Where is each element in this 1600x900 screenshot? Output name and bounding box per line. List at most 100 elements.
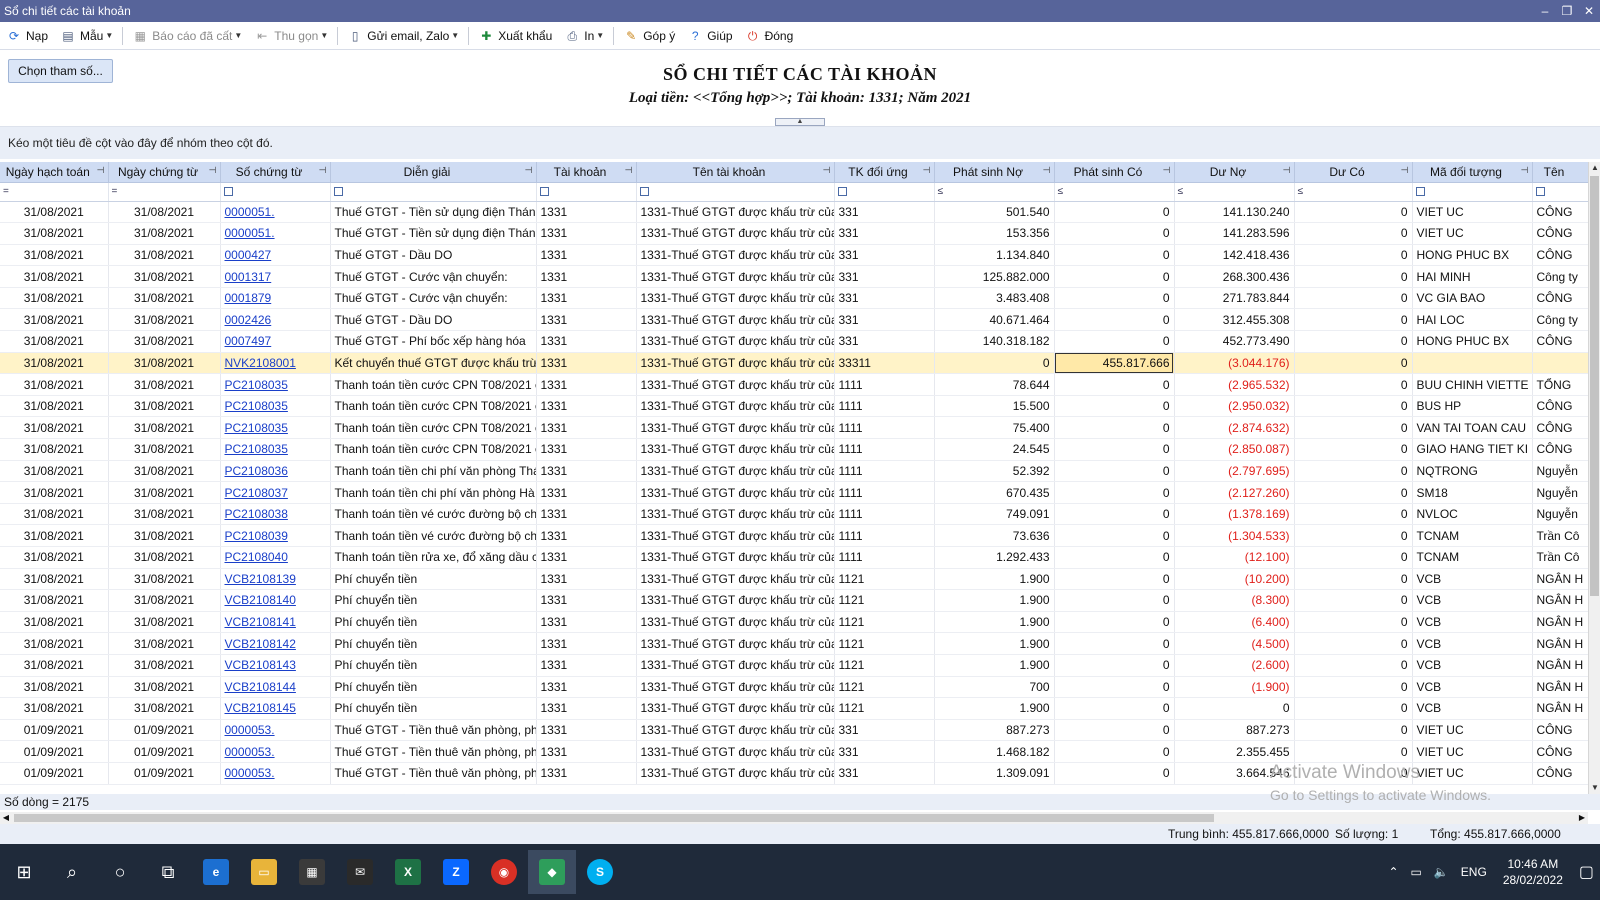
filter-checkbox-icon[interactable]	[837, 186, 847, 196]
volume-icon[interactable]: 🔈	[1428, 865, 1455, 879]
pin-icon[interactable]: ⊣	[923, 165, 931, 176]
column-header[interactable]: Dư Có ⊣	[1294, 162, 1413, 183]
table-row[interactable]: 01/09/2021 01/09/2021 0000053. Thuế GTGT - …	[0, 719, 1589, 742]
close-icon[interactable]: ✕	[1578, 4, 1600, 18]
misa-icon[interactable]: ◆	[528, 850, 576, 894]
voucher-link[interactable]: 0000053.	[220, 719, 331, 742]
table-row[interactable]: 31/08/2021 31/08/2021 VCB2108143 Phí chuyển…	[0, 654, 1589, 677]
table-row[interactable]: 31/08/2021 31/08/2021 0007497 Thuế GTGT - P…	[0, 330, 1589, 353]
mail-icon[interactable]: ✉	[336, 850, 384, 894]
table-row[interactable]: 31/08/2021 31/08/2021 PC2108040 Thanh toán …	[0, 546, 1589, 569]
voucher-link[interactable]: 0000051.	[220, 201, 331, 224]
voucher-link[interactable]: PC2108035	[220, 373, 331, 396]
chevron-up-icon[interactable]: ⌃	[1382, 865, 1404, 879]
toolbar-button-2[interactable]: ▦ Báo cáo đã cất ▼	[126, 24, 248, 48]
column-header[interactable]: Tên tài khoản ⊣	[636, 162, 835, 183]
voucher-link[interactable]: VCB2108144	[220, 676, 331, 699]
filter-cell[interactable]: ≤	[1174, 182, 1295, 202]
column-header[interactable]: Ngày hạch toán ⊣	[0, 162, 109, 183]
pin-icon[interactable]: ⊣	[319, 165, 327, 176]
table-row[interactable]: 31/08/2021 31/08/2021 PC2108035 Thanh toán …	[0, 416, 1589, 440]
excel-icon[interactable]: X	[384, 850, 432, 894]
filter-cell[interactable]: ≤	[934, 182, 1055, 202]
toolbar-button-5[interactable]: ✚ Xuất khẩu	[472, 24, 558, 48]
table-row[interactable]: 31/08/2021 31/08/2021 VCB2108144 Phí chuyển…	[0, 676, 1589, 699]
filter-checkbox-icon[interactable]	[1535, 186, 1545, 196]
voucher-link[interactable]: PC2108035	[220, 438, 331, 461]
voucher-link[interactable]: 0002426	[220, 308, 331, 332]
voucher-link[interactable]: 0007497	[220, 330, 331, 353]
cortana-icon[interactable]: ○	[96, 850, 144, 894]
explorer-icon[interactable]: ▭	[240, 850, 288, 894]
toolbar-button-9[interactable]: ⏻ Đóng	[739, 24, 800, 48]
pin-icon[interactable]: ⊣	[525, 165, 533, 176]
voucher-link[interactable]: VCB2108140	[220, 589, 331, 612]
table-row[interactable]: 31/08/2021 31/08/2021 0000427 Thuế GTGT - D…	[0, 244, 1589, 267]
filter-cell[interactable]	[834, 182, 935, 202]
clock[interactable]: 10:46 AM 28/02/2022	[1493, 856, 1573, 888]
chevron-down-icon[interactable]: ▼	[596, 31, 604, 40]
minimize-icon[interactable]: –	[1534, 4, 1556, 18]
table-row[interactable]: 31/08/2021 31/08/2021 PC2108035 Thanh toán …	[0, 438, 1589, 461]
voucher-link[interactable]: 0001317	[220, 265, 331, 288]
voucher-link[interactable]: VCB2108143	[220, 654, 331, 677]
column-header[interactable]: Số chứng từ ⊣	[220, 162, 331, 183]
voucher-link[interactable]: VCB2108142	[220, 632, 331, 655]
table-row[interactable]: 31/08/2021 31/08/2021 PC2108035 Thanh toán …	[0, 373, 1589, 396]
column-header[interactable]: Diễn giải ⊣	[330, 162, 537, 183]
chrome-icon[interactable]: ◉	[480, 850, 528, 894]
zalo-icon[interactable]: Z	[432, 850, 480, 894]
table-row[interactable]: 31/08/2021 31/08/2021 NVK2108001 Kết chuyển…	[0, 352, 1589, 375]
voucher-link[interactable]: VCB2108145	[220, 697, 331, 720]
filter-cell[interactable]: ≤	[1294, 182, 1413, 202]
table-row[interactable]: 31/08/2021 31/08/2021 PC2108039 Thanh toán …	[0, 524, 1589, 547]
hscroll-thumb[interactable]	[14, 814, 1214, 822]
filter-checkbox-icon[interactable]	[639, 186, 649, 196]
filter-cell[interactable]	[636, 182, 835, 202]
filter-checkbox-icon[interactable]	[539, 186, 549, 196]
table-row[interactable]: 31/08/2021 31/08/2021 VCB2108139 Phí chuyển…	[0, 568, 1589, 591]
filter-cell[interactable]	[536, 182, 637, 202]
chevron-down-icon[interactable]: ▼	[320, 31, 328, 40]
skype-icon[interactable]: S	[576, 850, 624, 894]
table-row[interactable]: 31/08/2021 31/08/2021 0001879 Thuế GTGT - C…	[0, 287, 1589, 310]
pin-icon[interactable]: ⊣	[1521, 165, 1529, 176]
voucher-link[interactable]: 0000053.	[220, 740, 331, 763]
voucher-link[interactable]: 0000053.	[220, 762, 331, 785]
voucher-link[interactable]: NVK2108001	[220, 352, 331, 375]
column-header[interactable]: Mã đối tượng ⊣	[1412, 162, 1533, 183]
voucher-link[interactable]: PC2108040	[220, 546, 331, 569]
pin-icon[interactable]: ⊣	[209, 165, 217, 176]
pin-icon[interactable]: ⊣	[1043, 165, 1051, 176]
chevron-down-icon[interactable]: ▼	[105, 31, 113, 40]
voucher-link[interactable]: 0000051.	[220, 222, 331, 245]
scroll-right-icon[interactable]: ▶	[1576, 812, 1588, 824]
table-row[interactable]: 01/09/2021 01/09/2021 0000053. Thuế GTGT - …	[0, 740, 1589, 763]
voucher-link[interactable]: PC2108039	[220, 524, 331, 547]
table-row[interactable]: 31/08/2021 31/08/2021 0002426 Thuế GTGT - D…	[0, 308, 1589, 332]
horizontal-scrollbar[interactable]: ◀ ▶	[0, 812, 1588, 824]
filter-checkbox-icon[interactable]	[223, 186, 233, 196]
filter-cell[interactable]: =	[0, 182, 109, 202]
network-icon[interactable]: ▭	[1405, 865, 1428, 879]
table-row[interactable]: 31/08/2021 31/08/2021 PC2108035 Thanh toán …	[0, 395, 1589, 418]
filter-checkbox-icon[interactable]	[333, 186, 343, 196]
table-row[interactable]: 31/08/2021 31/08/2021 VCB2108142 Phí chuyển…	[0, 632, 1589, 655]
table-row[interactable]: 31/08/2021 31/08/2021 VCB2108145 Phí chuyển…	[0, 697, 1589, 720]
column-header[interactable]: Dư Nợ ⊣	[1174, 162, 1295, 183]
voucher-link[interactable]: PC2108035	[220, 416, 331, 440]
collapse-header-handle[interactable]: ▲	[775, 118, 825, 126]
pin-icon[interactable]: ⊣	[625, 165, 633, 176]
table-row[interactable]: 31/08/2021 31/08/2021 PC2108038 Thanh toán …	[0, 503, 1589, 526]
table-row[interactable]: 31/08/2021 31/08/2021 0000051. Thuế GTGT - …	[0, 201, 1589, 224]
toolbar-button-0[interactable]: ⟳ Nạp	[0, 24, 54, 48]
toolbar-button-4[interactable]: ▯ Gửi email, Zalo ▼	[341, 24, 465, 48]
column-header[interactable]: Phát sinh Có ⊣	[1054, 162, 1175, 183]
store-icon[interactable]: ▦	[288, 850, 336, 894]
filter-cell[interactable]: =	[108, 182, 221, 202]
toolbar-button-7[interactable]: ✎ Góp ý	[617, 24, 681, 48]
pin-icon[interactable]: ⊣	[97, 165, 105, 176]
pin-icon[interactable]: ⊣	[1163, 165, 1171, 176]
filter-cell[interactable]: ≤	[1054, 182, 1175, 202]
language-indicator[interactable]: ENG	[1455, 865, 1493, 879]
